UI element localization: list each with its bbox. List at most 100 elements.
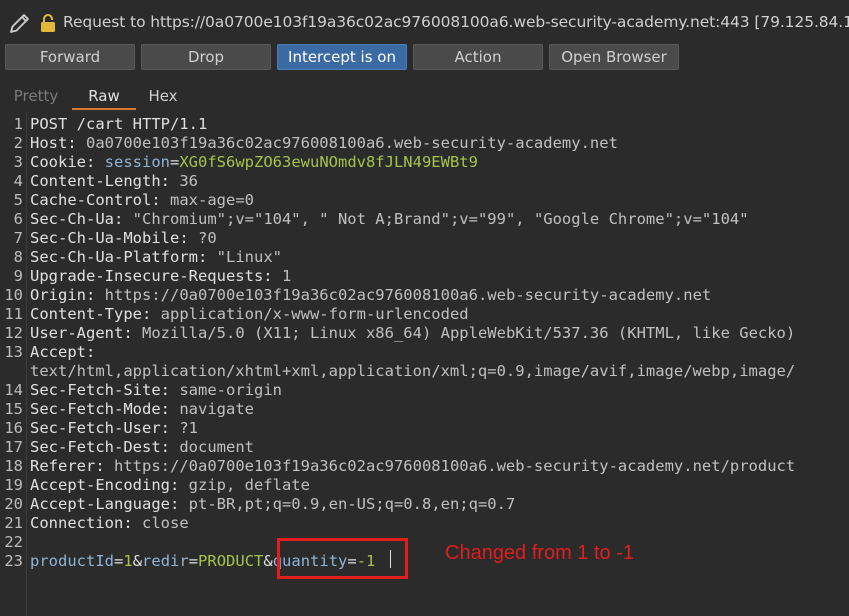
line-number: 13 [4,343,23,361]
request-editor[interactable]: 1 2 3 4 5 6 7 8 9 10 11 12 13 14 15 16 17 18 19 20 21 22 23 PO… [0,112,849,616]
header-name: Content-Length [30,172,161,190]
header-name: Referer [30,457,96,475]
code-line: Sec-Fetch-Dest: document [30,438,254,456]
code-line: Content-Type: application/x-www-form-url… [30,305,469,323]
header-name: User-Agent [30,324,124,342]
selected-tab-indicator [72,108,136,110]
code-line: Sec-Ch-Ua-Mobile: ?0 [30,229,217,247]
tab-raw[interactable]: Raw [72,84,136,108]
header-name: Sec-Ch-Ua [30,210,114,228]
header-name: Connection [30,514,124,532]
header-value: ?1 [179,419,198,437]
line-number: 11 [4,305,23,323]
request-line: POST /cart HTTP/1.1 [30,115,208,133]
header-name: Sec-Ch-Ua-Mobile [30,229,180,247]
line-number: 18 [4,457,23,475]
line-number-gutter: 1 2 3 4 5 6 7 8 9 10 11 12 13 14 15 16 17 18 19 20 21 22 23 [0,112,27,616]
header-name: Sec-Fetch-Dest [30,438,161,456]
header-value: gzip, deflate [188,476,310,494]
code-line: Accept-Encoding: gzip, deflate [30,476,310,494]
code-line: Referer: https://0a0700e103f19a36c02ac97… [30,457,796,475]
tab-hex[interactable]: Hex [136,84,190,108]
header-name: Sec-Fetch-User [30,419,161,437]
code-line: Sec-Fetch-Mode: navigate [30,400,254,418]
header-value-continued: text/html,application/xhtml+xml,applicat… [30,362,796,380]
highlight-box [277,538,408,579]
header-name: Cookie [30,153,86,171]
line-number: 2 [13,134,23,152]
text-cursor [390,550,391,568]
header-value: Mozilla/5.0 (X11; Linux x86_64) AppleWeb… [142,324,796,342]
code-line: Cache-Control: max-age=0 [30,191,254,209]
forward-button[interactable]: Forward [5,44,135,70]
drop-button[interactable]: Drop [141,44,271,70]
lock-icon [41,14,55,32]
param-separator: & [132,552,143,570]
line-number: 9 [13,267,23,285]
header-value: https://0a0700e103f19a36c02ac976008100a6… [114,457,796,475]
line-number: 15 [4,400,23,418]
line-number: 17 [4,438,23,456]
line-number: 12 [4,324,23,342]
line-number: 14 [4,381,23,399]
code-line: Cookie: session=XG0fS6wpZO63ewuNOmdv8fJL… [30,153,478,171]
code-line: POST /cart HTTP/1.1 [30,115,207,134]
header-value: document [179,438,254,456]
line-number: 4 [13,172,23,190]
annotation-text: Changed from 1 to -1 [445,542,634,564]
header-value: "Linux" [216,248,282,266]
code-line: Accept: [30,343,105,361]
code-line: Sec-Ch-Ua: "Chromium";v="104", " Not A;B… [30,210,749,228]
pencil-icon[interactable] [8,11,32,35]
header-value: close [142,514,189,532]
line-number: 7 [13,229,23,247]
tab-pretty[interactable]: Pretty [5,84,67,108]
header-name: Sec-Ch-Ua-Platform [30,248,198,266]
open-browser-button[interactable]: Open Browser [549,44,679,70]
code-line: Connection: close [30,514,189,532]
line-number: 23 [4,552,23,570]
header-value: application/x-www-form-urlencoded [160,305,469,323]
editor-view-tabs: Pretty Raw Hex [0,84,849,110]
param-value: PRODUCT [198,552,264,570]
param-name: productId [30,552,114,570]
line-number: 10 [4,286,23,304]
intercept-toggle-button[interactable]: Intercept is on [277,44,407,70]
code-line: Accept-Language: pt-BR,pt;q=0.9,en-US;q=… [30,495,516,513]
code-line: Sec-Ch-Ua-Platform: "Linux" [30,248,282,266]
code-line: Content-Length: 36 [30,172,198,190]
header-name: Origin [30,286,86,304]
header-value: "Chromium";v="104", " Not A;Brand";v="99… [132,210,749,228]
code-line: Host: 0a0700e103f19a36c02ac976008100a6.w… [30,134,618,152]
header-value: 0a0700e103f19a36c02ac976008100a6.web-sec… [86,134,618,152]
header-name: Accept-Language [30,495,170,513]
header-name: Cache-Control [30,191,152,209]
header-value: https://0a0700e103f19a36c02ac976008100a6… [104,286,712,304]
param-value: 1 [123,552,133,570]
line-number: 5 [13,191,23,209]
line-number: 8 [13,248,23,266]
header-value: ?0 [197,229,217,247]
cookie-value: XG0fS6wpZO63ewuNOmdv8fJLN49EWBt9 [179,153,478,171]
code-line: Sec-Fetch-Site: same-origin [30,381,282,399]
code-line: Sec-Fetch-User: ?1 [30,419,198,437]
param-name: redir [142,552,189,570]
header-value: navigate [179,400,254,418]
line-number: 20 [4,495,23,513]
header-name: Accept [30,343,86,361]
code-line: Origin: https://0a0700e103f19a36c02ac976… [30,286,712,304]
cookie-name: session [104,153,170,171]
code-line: Upgrade-Insecure-Requests: 1 [30,267,292,285]
request-url-title: Request to https://0a0700e103f19a36c02ac… [63,13,849,31]
header-name: Accept-Encoding [30,476,170,494]
line-number: 1 [13,115,23,133]
param-separator: & [263,552,273,570]
message-header: Request to https://0a0700e103f19a36c02ac… [0,0,849,44]
header-name: Sec-Fetch-Mode [30,400,161,418]
header-name: Host [30,134,68,152]
action-button[interactable]: Action [413,44,543,70]
header-value: same-origin [179,381,282,399]
header-name: Upgrade-Insecure-Requests [30,267,264,285]
line-number: 21 [4,514,23,532]
header-name: Sec-Fetch-Site [30,381,161,399]
